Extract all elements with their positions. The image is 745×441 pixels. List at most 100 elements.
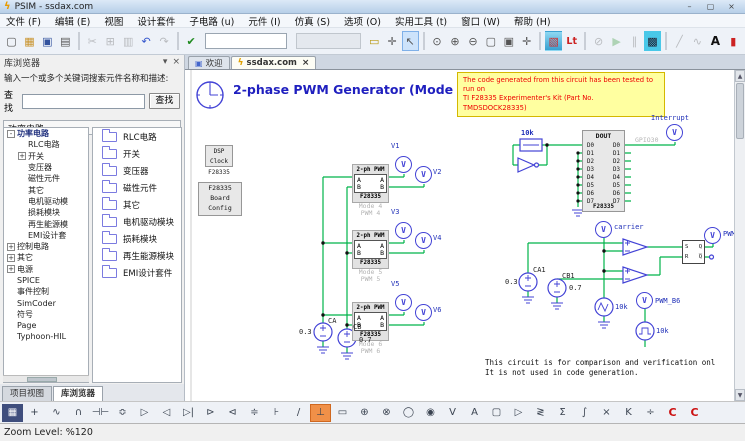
tb-label[interactable]: ▭ — [366, 31, 383, 51]
menu-item[interactable]: 帮助 (H) — [514, 14, 551, 28]
library-folder[interactable]: 再生能源模块 — [93, 247, 181, 264]
scroll-up-icon[interactable]: ▲ — [735, 70, 745, 82]
tb-zoom-in[interactable]: ⊕ — [447, 31, 464, 51]
inductor[interactable]: ∩ — [68, 404, 89, 422]
minimize-button[interactable]: – — [680, 1, 699, 12]
tb-new[interactable]: ▢ — [3, 31, 20, 51]
tree-item[interactable]: 事件控制 — [4, 286, 88, 297]
probe-v4[interactable]: V — [415, 232, 432, 249]
tree-item[interactable]: SPICE — [4, 275, 88, 286]
tb-wire[interactable]: ╱ — [671, 31, 688, 51]
menu-item[interactable]: 编辑 (E) — [55, 14, 90, 28]
tb-redo[interactable]: ↷ — [156, 31, 173, 51]
tree-expander-icon[interactable]: - — [7, 130, 15, 138]
zener[interactable]: ◁ — [156, 404, 177, 422]
sidebar-tab[interactable]: 项目视图 — [2, 386, 52, 401]
tb-cut[interactable]: ✂ — [84, 31, 101, 51]
tree-expander-icon[interactable]: + — [7, 243, 15, 251]
tb-text[interactable]: A — [707, 31, 724, 51]
scope[interactable]: ▢ — [486, 404, 507, 422]
gain[interactable]: K — [618, 404, 639, 422]
tb-script[interactable]: ▮ — [725, 31, 742, 51]
library-folder[interactable]: 电机驱动模块 — [93, 213, 181, 230]
menu-item[interactable]: 设计套件 — [137, 14, 175, 28]
canvas-vscrollbar[interactable]: ▲ ▼ — [734, 70, 745, 401]
tb-pan-hand[interactable]: ✛ — [518, 31, 535, 51]
dsp-clock-block[interactable]: DSP Clock — [205, 145, 233, 167]
menu-item[interactable]: 文件 (F) — [6, 14, 41, 28]
probe-pwm[interactable]: V — [704, 227, 721, 244]
tb-zoom-out[interactable]: ⊖ — [464, 31, 481, 51]
tree-item[interactable]: RLC电路 — [4, 139, 88, 150]
voltmeter[interactable]: V — [442, 404, 463, 422]
multiplier[interactable]: × — [596, 404, 617, 422]
menu-item[interactable]: 选项 (O) — [344, 14, 381, 28]
tb-fit-page[interactable]: ▢ — [482, 31, 499, 51]
board-config-block[interactable]: F28335 Board Config — [198, 182, 242, 216]
tree-item[interactable]: + 其它 — [4, 252, 88, 263]
integrator[interactable]: ∫ — [574, 404, 595, 422]
wire-mode[interactable]: + — [24, 404, 45, 422]
sep[interactable] — [78, 32, 80, 50]
tb-copy[interactable]: ⊞ — [102, 31, 119, 51]
panel-close-icon[interactable]: × — [172, 57, 180, 67]
tb-check[interactable]: ✔ — [183, 31, 200, 51]
tree-item[interactable]: - 功率电路 — [4, 128, 88, 139]
tb-paste[interactable]: ▥ — [120, 31, 137, 51]
maximize-button[interactable]: ▢ — [701, 1, 720, 12]
tree-item[interactable]: 损耗模块 — [4, 207, 88, 218]
tb-undo[interactable]: ↶ — [138, 31, 155, 51]
tab-document[interactable]: ϟ ssdax.com × — [231, 56, 317, 69]
tree-item[interactable]: + 电源 — [4, 264, 88, 275]
mosfet[interactable]: ≑ — [244, 404, 265, 422]
find-button[interactable]: 查找 — [149, 93, 180, 109]
c-block[interactable]: C — [684, 404, 705, 422]
tb-open[interactable]: ▦ — [21, 31, 38, 51]
tb-stop[interactable]: ⊘ — [590, 31, 607, 51]
diode[interactable]: ▷ — [134, 404, 155, 422]
igbt[interactable]: ⊦ — [266, 404, 287, 422]
library-folder[interactable]: EMI设计套件 — [93, 264, 181, 281]
scroll-down-icon[interactable]: ▼ — [735, 389, 745, 401]
tb-curve[interactable]: ∿ — [689, 31, 706, 51]
tree-item[interactable]: 符号 — [4, 309, 88, 320]
opamp[interactable]: ▷ — [508, 404, 529, 422]
vscroll-thumb[interactable] — [736, 83, 744, 139]
tab-welcome[interactable]: ▣ 欢迎 — [188, 56, 230, 69]
summer[interactable]: Σ — [552, 404, 573, 422]
probe[interactable]: ◉ — [420, 404, 441, 422]
tb-run[interactable]: ▶ — [608, 31, 625, 51]
sr-flipflop-block[interactable]: S Q R Q̅ — [682, 240, 705, 264]
tb-save[interactable]: ▣ — [39, 31, 56, 51]
toolbar-search-input[interactable] — [205, 33, 287, 49]
tree-item[interactable]: EMI设计套 — [4, 230, 88, 241]
probe-interrupt[interactable]: V — [666, 124, 683, 141]
c-script[interactable]: C — [662, 404, 683, 422]
pnp-transistor[interactable]: ⊲ — [222, 404, 243, 422]
tree-item[interactable]: 其它 — [4, 184, 88, 195]
tree-expander-icon[interactable]: + — [7, 265, 15, 273]
tree-hscrollbar[interactable] — [3, 375, 89, 382]
tree-item[interactable]: Page — [4, 320, 88, 331]
tb-pan[interactable]: ✛ — [384, 31, 401, 51]
tb-pause[interactable]: ∥ — [626, 31, 643, 51]
pwm-block-1[interactable]: 2-ph PWM AA BB F28335 — [352, 164, 389, 203]
probe-v1[interactable]: V — [395, 156, 412, 173]
tb-zoom[interactable]: ⊙ — [429, 31, 446, 51]
label[interactable]: ▭ — [332, 404, 353, 422]
npn-transistor[interactable]: ⊳ — [200, 404, 221, 422]
sidebar-tab[interactable]: 库浏览器 — [53, 386, 103, 401]
voltage-source[interactable]: ⊕ — [354, 404, 375, 422]
pin-icon[interactable]: ▾ — [163, 57, 168, 67]
tb-run-simview[interactable]: ▩ — [644, 31, 661, 51]
schematic-canvas[interactable]: 2-phase PWM Generator (Mode 6) The code … — [185, 69, 745, 401]
sep[interactable] — [584, 32, 586, 50]
tb-select[interactable]: ↖ — [402, 31, 419, 51]
tree-expander-icon[interactable]: + — [18, 152, 26, 160]
menu-item[interactable]: 窗口 (W) — [461, 14, 500, 28]
probe-carrier[interactable]: V — [595, 221, 612, 238]
library-folder[interactable]: 其它 — [93, 196, 181, 213]
divider[interactable]: ÷ — [640, 404, 661, 422]
probe-v2[interactable]: V — [415, 166, 432, 183]
ground[interactable]: ⊥ — [310, 404, 331, 422]
